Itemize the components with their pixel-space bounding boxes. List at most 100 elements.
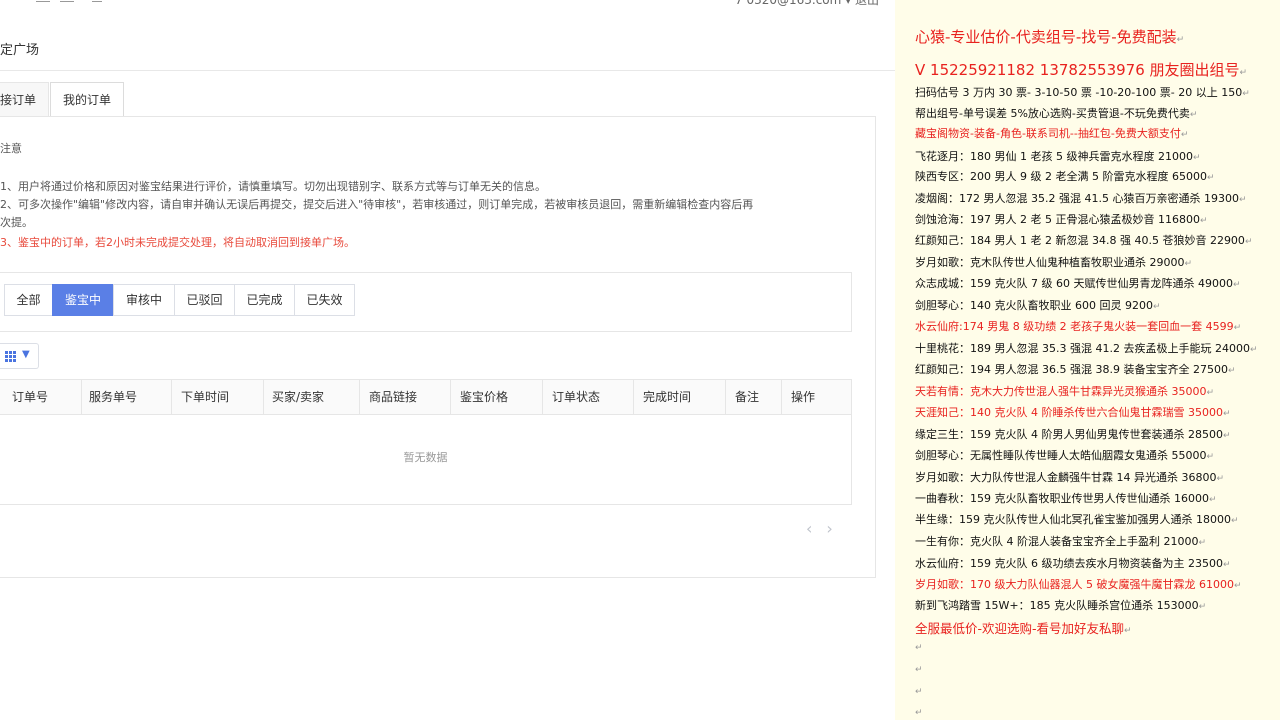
column-header[interactable]: 完成时间 (634, 380, 726, 414)
return-icon: ↵ (1176, 35, 1185, 45)
ad-line: 岁月如歌：克木队传世人仙鬼种植畜牧职业通杀 29000↵ (915, 254, 1192, 270)
ad-line-text: 众志成城：159 克火队 7 级 60 天赋传世仙男青龙阵通杀 49000 (915, 277, 1233, 290)
return-icon: ↵ (1238, 195, 1247, 205)
ad-line: 新到飞鸿踏雪 15W+：185 克火队睡杀宫位通杀 153000↵ (915, 597, 1206, 613)
ad-line: 一生有你：克火队 4 阶混人装备宝宝齐全上手盈利 21000↵ (915, 533, 1206, 549)
ad-line: ↵ (915, 684, 923, 697)
ad-line-text: 飞花逐月：180 男仙 1 老孩 5 级神兵雷克水程度 21000 (915, 150, 1193, 163)
column-header[interactable]: 订单号 (0, 380, 82, 414)
filter-all[interactable]: 全部 (4, 284, 53, 316)
ad-text-overlay: 心猿-专业估价-代卖组号-找号-免费配装↵ V 15225921182 13782… (895, 0, 1280, 720)
top-bar: 7 0320@163.com ▾ 退出 (0, 0, 895, 8)
order-panel: 7 0320@163.com ▾ 退出 定广场 接订单 我的订单 注意 1、用户… (0, 0, 895, 720)
ad-line: 一曲春秋：159 克火队畜牧职业传世男人传世仙通杀 16000↵ (915, 490, 1217, 506)
filter-appraising[interactable]: 鉴宝中 (52, 284, 114, 316)
column-header[interactable]: 备注 (726, 380, 782, 414)
return-icon: ↵ (915, 643, 923, 653)
nav-fragment[interactable] (60, 0, 74, 2)
ad-line: 缘定三生：159 克火队 4 阶男人男仙男鬼传世套装通杀 28500↵ (915, 426, 1231, 442)
notice-line-warning: 3、鉴宝中的订单，若2小时未完成提交处理，将自动取消回到接单广场。 (0, 236, 355, 249)
ad-line: 岁月如歌：170 级大力队仙器混人 5 破女魔强牛魔甘霖龙 61000↵ (915, 576, 1242, 592)
ad-line: 天若有情：克木大力传世混人强牛甘霖异光灵猴通杀 35000↵ (915, 383, 1214, 399)
return-icon: ↵ (1242, 89, 1250, 99)
column-header[interactable]: 操作 (782, 380, 851, 414)
tab-take-order[interactable]: 接订单 (0, 82, 49, 117)
ad-line: 扫码估号 3 万内 30 票- 3-10-50 票 -10-20-100 票- … (915, 84, 1250, 100)
ad-line-text: 一生有你：克火队 4 阶混人装备宝宝齐全上手盈利 21000 (915, 535, 1199, 548)
tab-content: 注意 1、用户将通过价格和原因对鉴宝结果进行评价，请慎重填写。切勿出现错别字、联… (0, 116, 876, 578)
filter-rejected[interactable]: 已驳回 (174, 284, 235, 316)
return-icon: ↵ (1124, 626, 1132, 636)
return-icon: ↵ (1222, 409, 1231, 419)
ad-line: ↵ (915, 705, 923, 718)
ad-line-text: 陕西专区：200 男人 9 级 2 老全满 5 阶雷克水程度 65000 (915, 170, 1207, 183)
notice-line: 次提。 (0, 216, 33, 229)
ad-line-text: 红颜知己：184 男人 1 老 2 新忽混 34.8 强 40.5 苍狼妙音 2… (915, 234, 1245, 247)
orders-table: 订单号 服务单号 下单时间 买家/卖家 商品链接 鉴宝价格 订单状态 完成时间 … (0, 379, 852, 505)
filter-reviewing[interactable]: 审核中 (113, 284, 175, 316)
return-icon: ↵ (1227, 366, 1236, 376)
ad-line-text: 剑胆琴心：140 克火队畜牧职业 600 回灵 9200 (915, 299, 1153, 312)
ad-line: 岁月如歌：大力队传世混人金麟强牛甘霖 14 异光通杀 36800↵ (915, 469, 1224, 485)
return-icon: ↵ (1233, 581, 1242, 591)
filter-completed[interactable]: 已完成 (234, 284, 295, 316)
ad-line-text: 新到飞鸿踏雪 15W+：185 克火队睡杀宫位通杀 153000 (915, 599, 1199, 612)
ad-line-text: 凌烟阁：172 男人忽混 35.2 强混 41.5 心猿百万亲密通杀 19300 (915, 192, 1239, 205)
watermark-logo (1221, 10, 1275, 38)
return-icon: ↵ (1249, 345, 1258, 355)
ad-line: 剑胆琴心：140 克火队畜牧职业 600 回灵 9200↵ (915, 297, 1161, 313)
table-header: 订单号 服务单号 下单时间 买家/卖家 商品链接 鉴宝价格 订单状态 完成时间 … (0, 380, 851, 415)
return-icon: ↵ (1198, 538, 1207, 548)
ad-line: V 15225921182 13782553976 朋友圈出组号↵ (915, 59, 1247, 80)
ad-line: 红颜知己：194 男人忽混 36.5 强混 38.9 装备宝宝齐全 27500↵ (915, 361, 1236, 377)
column-toggle-button[interactable]: ▼ (0, 343, 39, 369)
column-header[interactable]: 商品链接 (360, 380, 451, 414)
ad-line-text: 水云仙府:174 男鬼 8 级功绩 2 老孩子鬼火装一套回血一套 4599 (915, 320, 1234, 333)
ad-line-text: 扫码估号 3 万内 30 票- 3-10-50 票 -10-20-100 票- … (915, 86, 1243, 99)
ad-line-text: 帮出组号-单号误差 5%放心选购-买贵管退-不玩免费代卖 (915, 107, 1190, 120)
user-menu[interactable]: 7 0320@163.com ▾ 退出 (735, 0, 879, 8)
nav-fragment[interactable] (92, 0, 102, 2)
return-icon: ↵ (1216, 474, 1225, 484)
column-header[interactable]: 买家/卖家 (264, 380, 360, 414)
pagination: ‹ › (806, 519, 847, 538)
ad-line: 剑蚀沧海：197 男人 2 老 5 正骨混心猿孟极妙音 116800↵ (915, 211, 1208, 227)
filter-expired[interactable]: 已失效 (294, 284, 355, 316)
ad-line: 红颜知己：184 男人 1 老 2 新忽混 34.8 强 40.5 苍狼妙音 2… (915, 232, 1252, 248)
next-page-button[interactable]: › (826, 519, 832, 538)
ad-line-text: 藏宝阁物资-装备-角色-联系司机--抽红包-免费大额支付 (915, 127, 1181, 140)
column-header[interactable]: 服务单号 (82, 380, 172, 414)
ad-line: 十里桃花：189 男人忽混 35.3 强混 41.2 去疾孟极上手能玩 2400… (915, 340, 1258, 356)
nav-fragment[interactable] (36, 0, 50, 2)
notice-title: 注意 (0, 142, 22, 155)
notice-line: 2、可多次操作"编辑"修改内容，请自审并确认无误后再提交，提交后进入"待审核"，… (0, 198, 754, 211)
return-icon: ↵ (1192, 153, 1201, 163)
ad-line-text: 水云仙府：159 克火队 6 级功绩去疾水月物资装备为主 23500 (915, 557, 1223, 570)
ad-line: 凌烟阁：172 男人忽混 35.2 强混 41.5 心猿百万亲密通杀 19300… (915, 190, 1247, 206)
ad-line: 剑胆琴心：无属性睡队传世睡人太皓仙胭霞女鬼通杀 55000↵ (915, 447, 1214, 463)
return-icon: ↵ (1189, 110, 1198, 120)
column-header[interactable]: 鉴宝价格 (451, 380, 543, 414)
prev-page-button[interactable]: ‹ (806, 519, 812, 538)
return-icon: ↵ (915, 687, 923, 697)
return-icon: ↵ (915, 708, 923, 718)
column-header[interactable]: 下单时间 (172, 380, 264, 414)
tab-my-orders[interactable]: 我的订单 (50, 82, 124, 118)
ad-line-text: 半生缘：159 克火队传世人仙北冥孔雀宝鉴加强男人通杀 18000 (915, 513, 1231, 526)
ad-line-text: 十里桃花：189 男人忽混 35.3 强混 41.2 去疾孟极上手能玩 2400… (915, 342, 1250, 355)
ad-line-text: 缘定三生：159 克火队 4 阶男人男仙男鬼传世套装通杀 28500 (915, 428, 1223, 441)
column-header[interactable]: 订单状态 (543, 380, 634, 414)
return-icon: ↵ (1230, 516, 1239, 526)
ad-line: 半生缘：159 克火队传世人仙北冥孔雀宝鉴加强男人通杀 18000↵ (915, 511, 1239, 527)
ad-line: 陕西专区：200 男人 9 级 2 老全满 5 阶雷克水程度 65000↵ (915, 168, 1215, 184)
return-icon: ↵ (1152, 302, 1161, 312)
empty-state: 暂无数据 (403, 451, 448, 464)
status-filter: 全部 鉴宝中 审核中 已驳回 已完成 已失效 (0, 272, 852, 332)
return-icon: ↵ (1222, 560, 1231, 570)
return-icon: ↵ (1184, 259, 1193, 269)
return-icon: ↵ (915, 665, 923, 675)
ad-line-text: 天若有情：克木大力传世混人强牛甘霖异光灵猴通杀 35000 (915, 385, 1207, 398)
ad-line-text: 剑蚀沧海：197 男人 2 老 5 正骨混心猿孟极妙音 116800 (915, 213, 1200, 226)
ad-line-text: 全服最低价-欢迎选购-看号加好友私聊 (915, 621, 1125, 636)
ad-line-text: 心猿-专业估价-代卖组号-找号-免费配装 (915, 28, 1177, 46)
